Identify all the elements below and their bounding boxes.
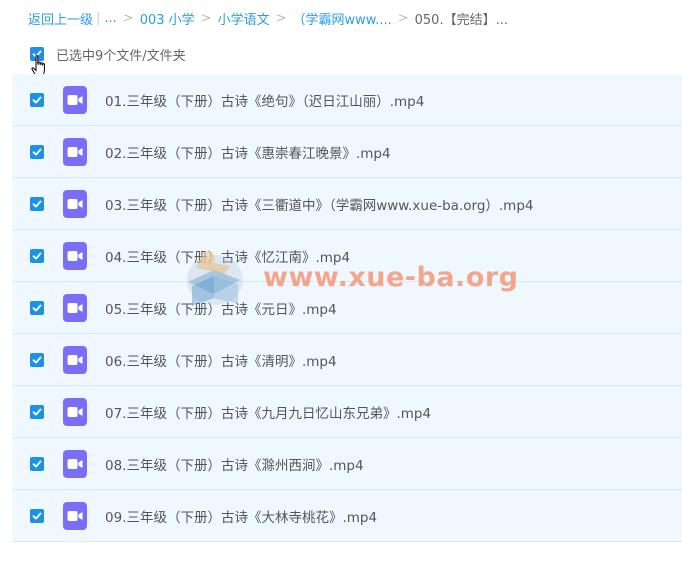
file-list: 01.三年级（下册）古诗《绝句》（迟日江山丽）.mp4 02.三年级（下册）古诗《… [12, 74, 682, 542]
checkbox-checked-icon [32, 148, 42, 155]
file-checkbox[interactable] [30, 196, 44, 211]
checkbox-checked-icon [32, 408, 42, 415]
file-checkbox[interactable] [30, 508, 44, 523]
video-file-icon [63, 241, 87, 270]
video-file-icon [63, 293, 87, 322]
video-file-icon [63, 85, 87, 114]
video-camera-icon [67, 94, 83, 105]
checkbox-checked-icon [32, 356, 42, 363]
file-name[interactable]: 04.三年级（下册）古诗《忆江南》.mp4 [105, 246, 350, 266]
checkbox-checked-icon [32, 460, 42, 467]
selection-count-text: 已选中9个文件/文件夹 [56, 48, 186, 64]
video-camera-icon [67, 198, 83, 209]
file-row[interactable]: 04.三年级（下册）古诗《忆江南》.mp4 [12, 230, 682, 282]
breadcrumb-current: 050.【完结】... [414, 12, 508, 28]
video-camera-icon [67, 458, 83, 469]
video-camera-icon [67, 354, 83, 365]
file-row[interactable]: 03.三年级（下册）古诗《三衢道中》（学霸网www.xue-ba.org）.mp… [12, 178, 682, 230]
file-name[interactable]: 06.三年级（下册）古诗《清明》.mp4 [105, 350, 337, 370]
video-file-icon [63, 137, 87, 166]
breadcrumb-separator: > [200, 10, 212, 26]
breadcrumb-item-003[interactable]: 003 小学 [140, 9, 195, 28]
video-file-icon [63, 501, 87, 530]
breadcrumb-separator: > [122, 10, 134, 26]
file-row[interactable]: 06.三年级（下册）古诗《清明》.mp4 [12, 334, 682, 386]
file-name[interactable]: 07.三年级（下册）古诗《九月九日忆山东兄弟》.mp4 [105, 402, 431, 422]
breadcrumb-ellipsis-link[interactable]: ... [104, 11, 116, 26]
checkbox-checked-icon [32, 200, 42, 207]
checkbox-checked-icon [32, 304, 42, 311]
breadcrumb: 返回上一级 | ... > 003 小学 > 小学语文 > （学霸网www...… [28, 9, 508, 28]
file-checkbox[interactable] [30, 248, 44, 263]
video-camera-icon [67, 146, 83, 157]
breadcrumb-separator: > [397, 10, 409, 26]
checkbox-checked-icon [32, 252, 42, 259]
file-row[interactable]: 08.三年级（下册）古诗《滁州西涧》.mp4 [12, 438, 682, 490]
video-camera-icon [67, 510, 83, 521]
file-row[interactable]: 01.三年级（下册）古诗《绝句》（迟日江山丽）.mp4 [12, 74, 682, 126]
file-row[interactable]: 07.三年级（下册）古诗《九月九日忆山东兄弟》.mp4 [12, 386, 682, 438]
video-file-icon [63, 449, 87, 478]
file-checkbox[interactable] [30, 404, 44, 419]
selection-bar: 已选中9个文件/文件夹 [30, 44, 186, 64]
file-name[interactable]: 08.三年级（下册）古诗《滁州西涧》.mp4 [105, 454, 364, 474]
file-checkbox[interactable] [30, 144, 44, 159]
video-camera-icon [67, 250, 83, 261]
file-name[interactable]: 05.三年级（下册）古诗《元日》.mp4 [105, 298, 337, 318]
video-file-icon [63, 345, 87, 374]
checkbox-checked-icon [32, 96, 42, 103]
file-name[interactable]: 09.三年级（下册）古诗《大林寺桃花》.mp4 [105, 506, 377, 526]
video-file-icon [63, 189, 87, 218]
file-name[interactable]: 02.三年级（下册）古诗《惠崇春江晚景》.mp4 [105, 142, 391, 162]
file-checkbox[interactable] [30, 352, 44, 367]
breadcrumb-item-xueba[interactable]: （学霸网www.... [293, 9, 392, 28]
file-checkbox[interactable] [30, 300, 44, 315]
file-row[interactable]: 02.三年级（下册）古诗《惠崇春江晚景》.mp4 [12, 126, 682, 178]
video-camera-icon [67, 406, 83, 417]
breadcrumb-back-link[interactable]: 返回上一级 [28, 9, 93, 28]
checkbox-checked-icon [32, 512, 42, 519]
file-name[interactable]: 01.三年级（下册）古诗《绝句》（迟日江山丽）.mp4 [105, 90, 424, 110]
breadcrumb-item-chinese[interactable]: 小学语文 [218, 9, 270, 28]
video-camera-icon [67, 302, 83, 313]
file-name[interactable]: 03.三年级（下册）古诗《三衢道中》（学霸网www.xue-ba.org）.mp… [105, 194, 534, 214]
file-row[interactable]: 05.三年级（下册）古诗《元日》.mp4 [12, 282, 682, 334]
file-checkbox[interactable] [30, 92, 44, 107]
video-file-icon [63, 397, 87, 426]
breadcrumb-pipe: | [96, 10, 101, 26]
breadcrumb-separator: > [275, 10, 287, 26]
file-row[interactable]: 09.三年级（下册）古诗《大林寺桃花》.mp4 [12, 490, 682, 542]
file-checkbox[interactable] [30, 456, 44, 471]
